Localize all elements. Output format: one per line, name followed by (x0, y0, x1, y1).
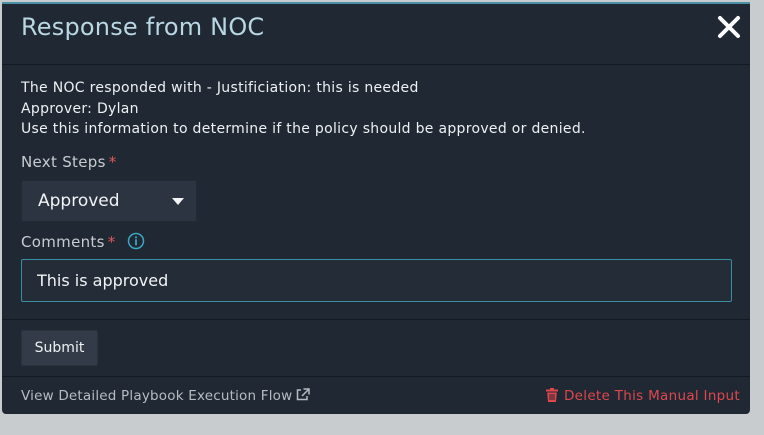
required-marker: * (108, 153, 117, 171)
modal-header: Response from NOC (2, 4, 750, 65)
message-line: The NOC responded with - Justificiation:… (21, 80, 419, 96)
delete-manual-input-link[interactable]: Delete This Manual Input (545, 388, 740, 404)
delete-manual-input-label: Delete This Manual Input (563, 388, 740, 404)
trash-icon (545, 388, 558, 402)
message-line: Approver: Dylan (21, 100, 139, 117)
divider (2, 376, 750, 377)
next-steps-label-text: Next Steps (21, 153, 106, 171)
close-icon (718, 16, 740, 38)
view-playbook-flow-link[interactable]: View Detailed Playbook Execution Flow (21, 388, 311, 404)
required-marker: * (107, 233, 116, 251)
next-steps-label: Next Steps * (21, 153, 117, 171)
background-page (750, 0, 764, 435)
modal-title: Response from NOC (21, 13, 265, 41)
divider (2, 319, 750, 320)
comments-input[interactable] (21, 259, 732, 302)
response-modal: Response from NOC The NOC responded with… (2, 2, 750, 414)
external-link-icon (297, 388, 311, 401)
view-playbook-flow-label: View Detailed Playbook Execution Flow (21, 388, 293, 404)
submit-button[interactable]: Submit (21, 330, 98, 366)
close-button[interactable] (716, 14, 742, 40)
message-line: Use this information to determine if the… (21, 121, 586, 137)
comments-label-text: Comments (21, 233, 105, 251)
next-steps-select[interactable]: Approved (21, 180, 197, 222)
comments-label: Comments * (21, 232, 145, 251)
next-steps-selected-value: Approved (38, 191, 120, 211)
noc-message: The NOC responded with - Justificiation:… (21, 78, 586, 140)
info-icon[interactable] (127, 232, 145, 250)
caret-down-icon (172, 198, 184, 205)
